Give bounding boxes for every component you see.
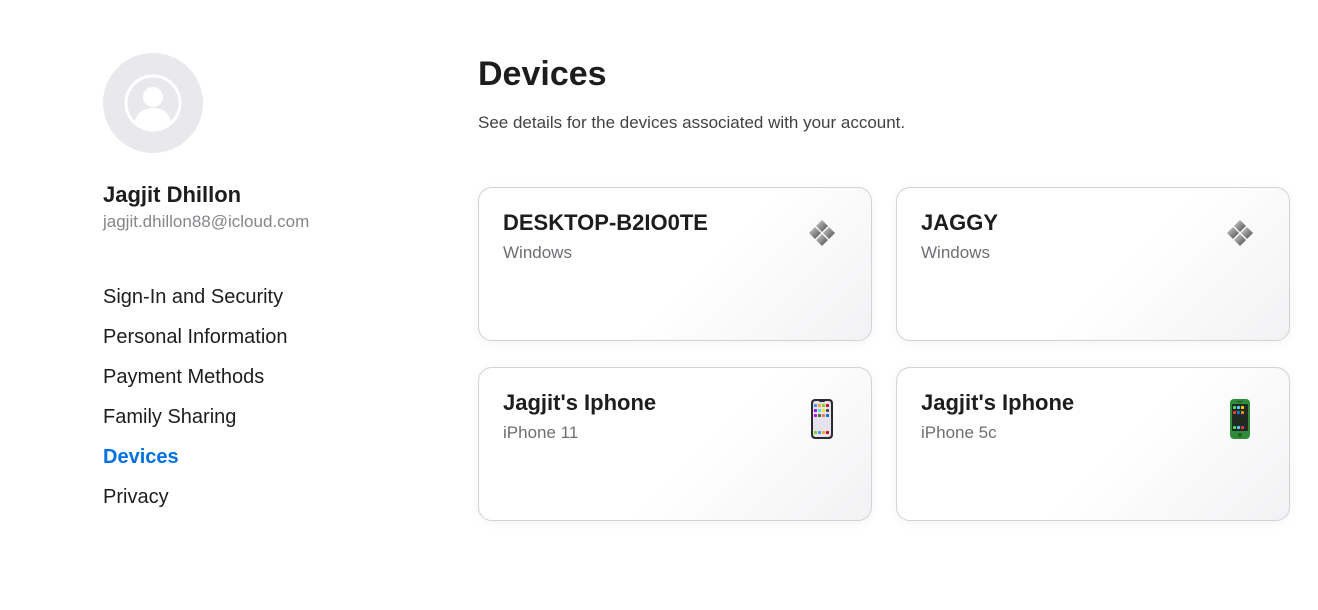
sidebar-item-payment-methods[interactable]: Payment Methods [103,365,403,405]
account-page: Jagjit Dhillon jagjit.dhillon88@icloud.c… [0,0,1318,610]
user-name: Jagjit Dhillon [103,182,242,207]
device-model: iPhone 5c [921,423,997,442]
device-name: JAGGY [921,210,999,235]
user-silhouette-icon [124,74,182,132]
sidebar-item-devices[interactable]: Devices [103,445,403,485]
sidebar-item-personal-information[interactable]: Personal Information [103,325,403,365]
sidebar-item-privacy[interactable]: Privacy [103,485,403,525]
device-name: Jagjit's Iphone [921,390,1075,415]
sidebar-item-family-sharing[interactable]: Family Sharing [103,405,403,445]
windows-pc-icon [807,218,837,262]
page-subtitle: See details for the devices associated w… [478,113,906,132]
device-name: DESKTOP-B2IO0TE [503,210,708,235]
device-grid: DESKTOP-B2IO0TE Windows JAGGY Windows Ja… [478,187,1290,521]
sidebar: Jagjit Dhillon jagjit.dhillon88@icloud.c… [103,53,403,525]
device-card[interactable]: JAGGY Windows [896,187,1290,341]
device-model: iPhone 11 [503,423,579,442]
device-card[interactable]: Jagjit's Iphone iPhone 5c [896,367,1290,521]
iphone-5c-icon [1225,398,1255,442]
device-model: Windows [503,243,572,262]
page-title: Devices [478,55,607,93]
sidebar-item-sign-in-and-security[interactable]: Sign-In and Security [103,285,403,325]
avatar[interactable] [103,53,203,153]
device-model: Windows [921,243,990,262]
user-email: jagjit.dhillon88@icloud.com [103,212,310,231]
sidebar-nav: Sign-In and Security Personal Informatio… [103,285,403,525]
main-content: Devices See details for the devices asso… [478,53,1298,521]
device-card[interactable]: DESKTOP-B2IO0TE Windows [478,187,872,341]
iphone-11-icon [807,398,837,442]
device-card[interactable]: Jagjit's Iphone iPhone 11 [478,367,872,521]
windows-pc-icon [1225,218,1255,262]
device-name: Jagjit's Iphone [503,390,657,415]
